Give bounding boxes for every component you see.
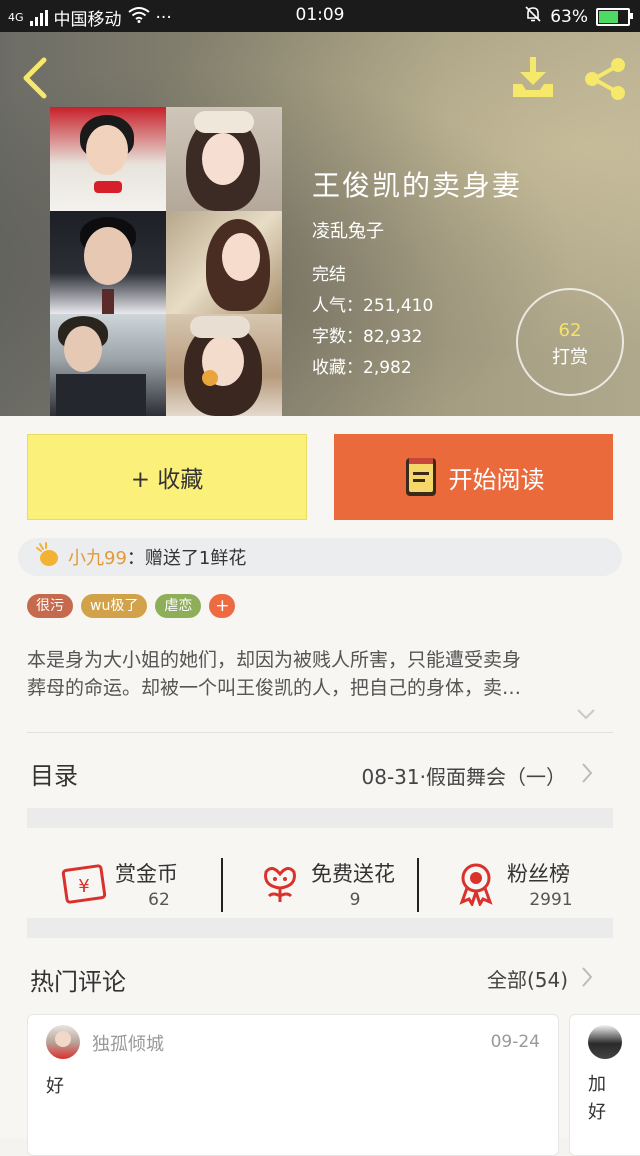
divider xyxy=(27,732,613,733)
svg-text:¥: ¥ xyxy=(78,876,89,897)
book-title: 王俊凯的卖身妻 xyxy=(312,169,523,202)
fan-ranking-label: 粉丝榜 xyxy=(507,862,570,886)
comment-text: 加 xyxy=(588,1074,606,1095)
chevron-down-icon[interactable] xyxy=(576,706,596,720)
popularity-stat: 人气：251,410 xyxy=(312,296,434,316)
tag-list: 很污 wu极了 虐恋 + xyxy=(27,594,236,618)
comment-text: 好 xyxy=(588,1102,606,1123)
book-intro[interactable]: 本是身为大小姐的她们，却因为被贱人所害，只能遭受卖身 葬母的命运。却被一个叫王俊… xyxy=(27,646,607,702)
toc-label[interactable]: 目录 xyxy=(30,756,78,791)
all-comments-link[interactable]: 全部(54) xyxy=(487,964,568,993)
favorites-stat: 收藏：2,982 xyxy=(312,358,412,378)
reward-coins-value: 62 xyxy=(148,890,170,910)
medal-icon xyxy=(459,863,493,906)
book-status: 完结 xyxy=(312,265,346,285)
reward-coins-label: 赏金币 xyxy=(115,862,178,886)
cover-photo xyxy=(50,107,166,211)
back-button[interactable] xyxy=(16,54,56,102)
comment-user[interactable]: 独孤倾城 xyxy=(92,1030,164,1056)
share-icon xyxy=(585,58,625,100)
gift-notice: 小九99 ：赠送了1鲜花 xyxy=(18,538,622,576)
flower-icon xyxy=(264,867,296,902)
start-reading-button[interactable]: 开始阅读 xyxy=(334,434,613,520)
tag-item[interactable]: 虐恋 xyxy=(155,594,202,618)
tag-item[interactable]: wu极了 xyxy=(81,594,148,618)
gift-user[interactable]: 小九99 xyxy=(68,544,127,570)
intro-line: 葬母的命运。却被一个叫王俊凯的人，把自己的身体，卖… xyxy=(27,677,522,699)
avatar[interactable] xyxy=(46,1025,80,1059)
comment-text: 好 xyxy=(46,1076,64,1097)
intro-line: 本是身为大小姐的她们，却因为被贱人所害，只能遭受卖身 xyxy=(27,649,522,671)
book-header: 王俊凯的卖身妻 凌乱兔子 完结 人气：251,410 字数：82,932 收藏：… xyxy=(0,32,640,416)
word-count-stat: 字数：82,932 xyxy=(312,327,423,347)
start-reading-label: 开始阅读 xyxy=(448,465,545,494)
comment-card[interactable]: 加 好 xyxy=(569,1014,640,1156)
battery-percent: 63% xyxy=(550,6,588,27)
chevron-right-icon[interactable] xyxy=(580,762,594,784)
mute-bell-icon xyxy=(524,5,542,28)
toc-latest-chapter[interactable]: 08-31·假面舞会（一） xyxy=(362,761,566,790)
cover-photo xyxy=(50,314,166,416)
cover-photo xyxy=(166,107,282,211)
chevron-right-icon[interactable] xyxy=(580,966,594,988)
cover-photo xyxy=(50,211,166,314)
tip-count: 62 xyxy=(558,320,582,341)
add-favorite-button[interactable]: + 收藏 xyxy=(27,434,307,520)
book-author[interactable]: 凌乱兔子 xyxy=(312,217,384,243)
free-flower-value: 9 xyxy=(349,890,361,910)
tag-item[interactable]: 很污 xyxy=(27,594,73,618)
fan-ranking-value: 2991 xyxy=(529,890,573,910)
share-button[interactable] xyxy=(580,54,630,104)
battery-level-fill xyxy=(599,10,618,23)
battery-icon xyxy=(596,7,633,26)
back-arrow-icon xyxy=(23,57,47,99)
add-tag-button[interactable]: + xyxy=(209,594,236,618)
clap-icon xyxy=(34,541,62,574)
hot-comments-title: 热门评论 xyxy=(30,968,126,996)
book-icon xyxy=(405,458,436,496)
cover-photo xyxy=(166,211,282,314)
section-gap xyxy=(27,918,613,938)
red-envelope-icon: ¥ xyxy=(61,864,107,904)
book-detail-body: + 收藏 开始阅读 小九99 ：赠送了1鲜花 很污 wu极了 虐恋 + 本是身为… xyxy=(0,416,640,1156)
download-button[interactable] xyxy=(508,54,558,104)
tip-label: 打赏 xyxy=(552,347,588,368)
free-flower-label: 免费送花 xyxy=(311,862,395,886)
cover-photo xyxy=(166,314,282,416)
section-gap xyxy=(27,808,613,828)
add-favorite-label: + 收藏 xyxy=(130,467,204,493)
gift-text: ：赠送了1鲜花 xyxy=(126,548,247,569)
tip-button[interactable]: 62 打赏 xyxy=(516,288,624,396)
comment-date: 09-24 xyxy=(490,1032,540,1052)
book-cover[interactable] xyxy=(50,107,282,416)
status-bar: 4G 中国移动 ··· 01:09 63% xyxy=(0,0,640,32)
comment-card[interactable]: 独孤倾城 09-24 好 xyxy=(27,1014,559,1156)
download-icon xyxy=(513,57,553,97)
avatar[interactable] xyxy=(588,1025,622,1059)
